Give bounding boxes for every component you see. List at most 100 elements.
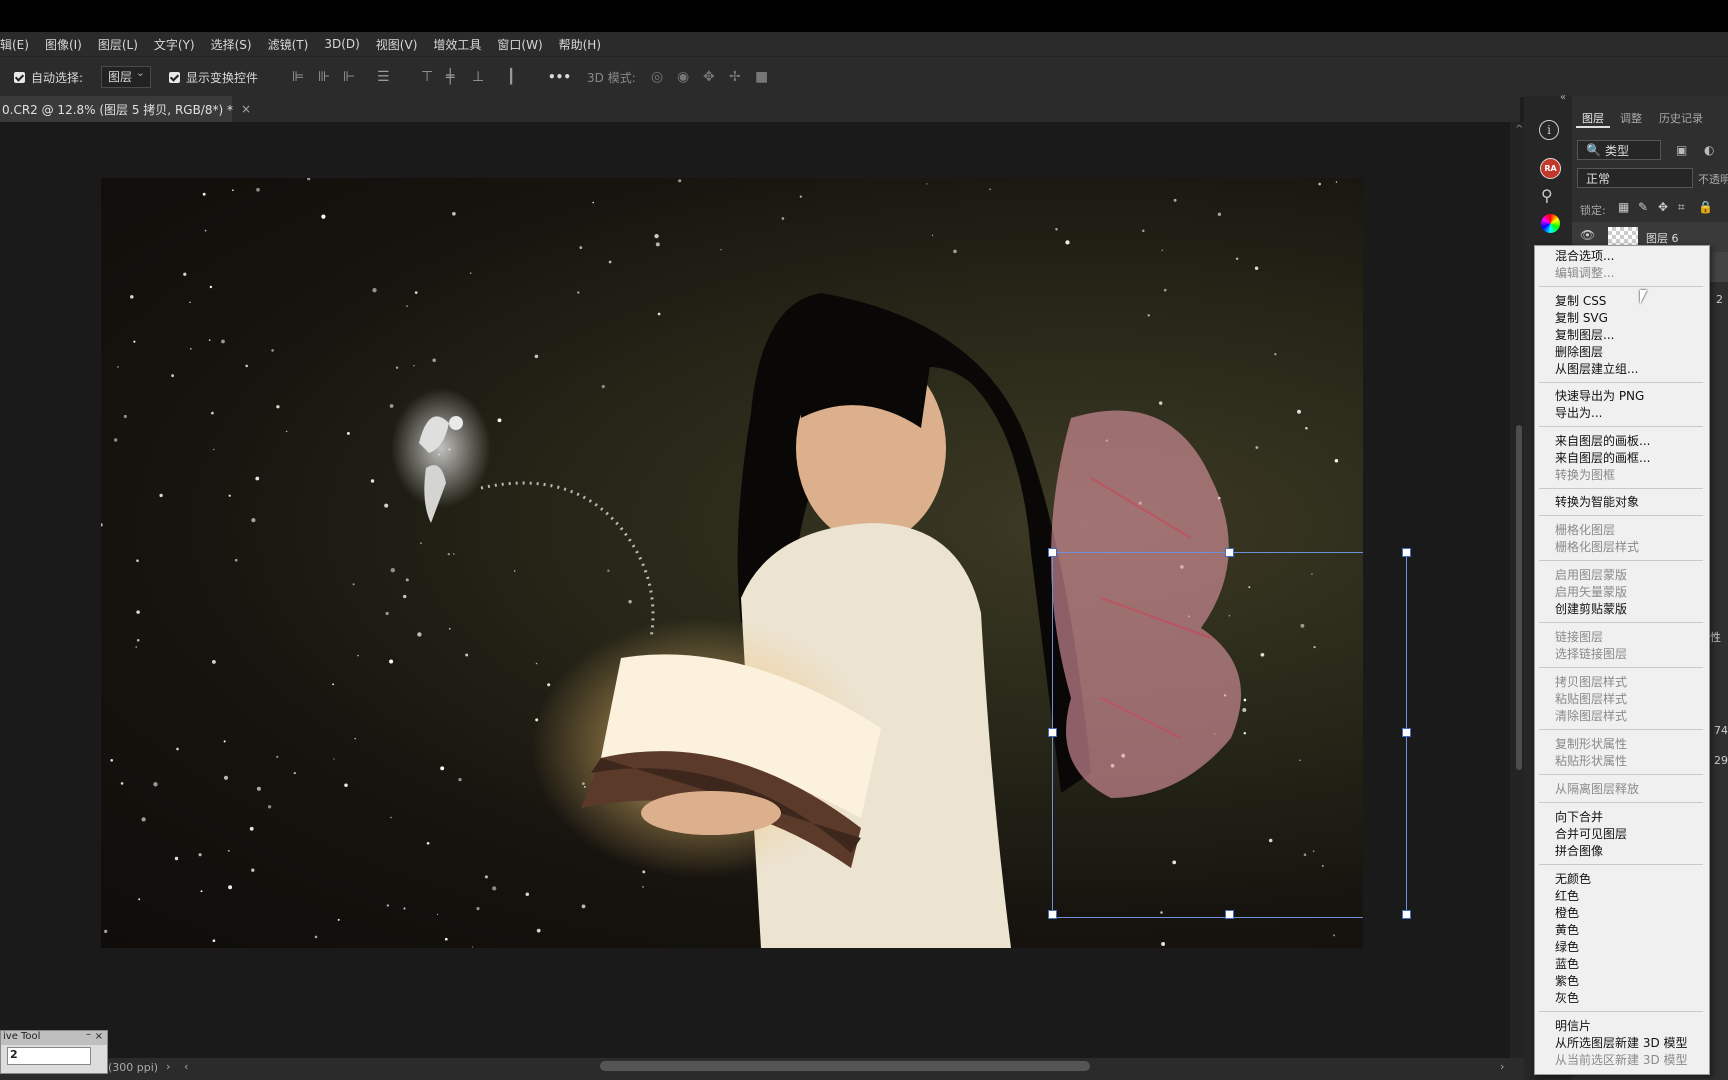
distribute-icon[interactable]: ☰ <box>377 70 390 84</box>
menu-color-none[interactable]: 无颜色 <box>1555 871 1591 887</box>
menu-delete-layer[interactable]: 删除图层 <box>1555 344 1603 360</box>
menu-flatten-image[interactable]: 拼合图像 <box>1555 843 1603 859</box>
menu-clear-layer-style[interactable]: 清除图层样式 <box>1555 708 1627 724</box>
menu-convert-to-frame[interactable]: 转换为图框 <box>1555 467 1615 483</box>
menu-color-green[interactable]: 绿色 <box>1555 939 1579 955</box>
document-tab[interactable]: 0.CR2 @ 12.8% (图层 5 拷贝, RGB/8*) * × <box>0 96 251 122</box>
menu-rasterize-layer-style[interactable]: 栅格化图层样式 <box>1555 539 1639 555</box>
menu-create-clipping-mask[interactable]: 创建剪贴蒙版 <box>1555 601 1627 617</box>
menu-color-violet[interactable]: 紫色 <box>1555 973 1579 989</box>
scroll-up-icon[interactable]: ^ <box>1515 124 1523 135</box>
menu-3d[interactable]: 3D(D) <box>316 37 367 51</box>
menu-copy-shape-attributes[interactable]: 复制形状属性 <box>1555 736 1627 752</box>
menu-color-orange[interactable]: 橙色 <box>1555 905 1579 921</box>
adjustment-filter-icon[interactable]: ◐ <box>1704 143 1714 157</box>
tab-adjustments[interactable]: 调整 <box>1620 110 1642 126</box>
layer-name[interactable]: 图层 6 <box>1646 230 1679 246</box>
canvas-photo[interactable] <box>101 178 1363 948</box>
brush-tools-icon[interactable]: ⚲ <box>1541 186 1553 205</box>
align-left-icon[interactable]: ⊫ <box>292 70 304 84</box>
menu-plugins[interactable]: 增效工具 <box>425 36 489 53</box>
menu-release-isolation[interactable]: 从隔离图层释放 <box>1555 781 1639 797</box>
status-arrow-icon[interactable]: › <box>166 1060 170 1073</box>
more-options-button[interactable]: ••• <box>548 68 571 86</box>
menu-duplicate-layer[interactable]: 复制图层... <box>1555 327 1614 343</box>
menu-color-yellow[interactable]: 黄色 <box>1555 922 1579 938</box>
align-bottom-icon[interactable]: ⊥ <box>472 70 484 84</box>
lock-transparent-icon[interactable]: ▦ <box>1618 200 1629 214</box>
horizontal-scroll-thumb[interactable] <box>600 1061 1090 1071</box>
3d-pan-icon[interactable]: ✥ <box>703 70 715 84</box>
menu-color-blue[interactable]: 蓝色 <box>1555 956 1579 972</box>
menu-copy-css[interactable]: 复制 CSS <box>1555 293 1606 309</box>
align-middle-icon[interactable]: ╪ <box>446 70 454 84</box>
menu-rasterize-layer[interactable]: 栅格化图层 <box>1555 522 1615 538</box>
menu-color-gray[interactable]: 灰色 <box>1555 990 1579 1006</box>
menu-new-3d-from-layer[interactable]: 从所选图层新建 3D 模型 <box>1555 1035 1688 1051</box>
menu-artboard-from-layers[interactable]: 来自图层的画板... <box>1555 433 1650 449</box>
menu-copy-layer-style[interactable]: 拷贝图层样式 <box>1555 674 1627 690</box>
3d-camera-icon[interactable]: ■ <box>755 70 768 84</box>
menu-type[interactable]: 文字(Y) <box>146 36 203 53</box>
align-center-icon[interactable]: ⊪ <box>318 70 330 84</box>
menu-merge-visible[interactable]: 合并可见图层 <box>1555 826 1627 842</box>
distribute-vertical-icon[interactable]: ┃ <box>507 70 515 84</box>
menu-help[interactable]: 帮助(H) <box>551 36 609 53</box>
lock-position-icon[interactable]: ✥ <box>1658 200 1668 214</box>
menu-convert-smart-object[interactable]: 转换为智能对象 <box>1555 494 1639 510</box>
close-icon[interactable]: × <box>95 1031 103 1042</box>
menu-filter[interactable]: 滤镜(T) <box>260 36 317 53</box>
menu-export-as[interactable]: 导出为... <box>1555 405 1602 421</box>
menu-select-linked-layers[interactable]: 选择链接图层 <box>1555 646 1627 662</box>
align-right-icon[interactable]: ⊩ <box>343 70 355 84</box>
align-top-icon[interactable]: ⊤ <box>421 70 433 84</box>
tab-layers[interactable]: 图层 <box>1582 110 1604 126</box>
transform-handle-bottom-right[interactable] <box>1402 910 1411 919</box>
vertical-scroll-thumb[interactable] <box>1516 425 1522 770</box>
auto-select-checkbox[interactable]: 自动选择: <box>14 68 83 86</box>
3d-slide-icon[interactable]: ✢ <box>729 70 741 84</box>
transform-handle-middle-left[interactable] <box>1048 728 1057 737</box>
info-icon[interactable]: i <box>1539 120 1559 140</box>
menu-blending-options[interactable]: 混合选项... <box>1555 248 1614 264</box>
transform-handle-bottom-middle[interactable] <box>1225 910 1234 919</box>
menu-merge-down[interactable]: 向下合并 <box>1555 809 1603 825</box>
menu-group-from-layers[interactable]: 从图层建立组... <box>1555 361 1638 377</box>
lock-paint-icon[interactable]: ✎ <box>1638 200 1648 214</box>
3d-roll-icon[interactable]: ◉ <box>677 70 689 84</box>
menu-edit[interactable]: 辑(E) <box>0 36 37 53</box>
lock-artboard-icon[interactable]: ⌗ <box>1678 200 1685 215</box>
menu-color-red[interactable]: 红色 <box>1555 888 1579 904</box>
menu-frame-from-layers[interactable]: 来自图层的画框... <box>1555 450 1650 466</box>
transform-handle-top-right[interactable] <box>1402 548 1411 557</box>
lock-all-icon[interactable]: 🔒 <box>1698 200 1713 214</box>
menu-paste-shape-attributes[interactable]: 粘贴形状属性 <box>1555 753 1627 769</box>
collapse-panels-icon[interactable]: « <box>1560 92 1566 103</box>
transform-handle-middle-right[interactable] <box>1402 728 1411 737</box>
auto-select-dropdown[interactable]: 图层 <box>101 64 152 88</box>
visibility-eye-icon[interactable]: 👁 <box>1580 228 1595 242</box>
menu-link-layers[interactable]: 链接图层 <box>1555 629 1603 645</box>
blend-mode-dropdown[interactable]: 正常 <box>1577 168 1693 188</box>
image-filter-icon[interactable]: ▣ <box>1676 143 1687 157</box>
menu-quick-export-png[interactable]: 快速导出为 PNG <box>1555 388 1644 404</box>
scroll-right-icon[interactable]: › <box>1500 1060 1504 1073</box>
menu-enable-layer-mask[interactable]: 启用图层蒙版 <box>1555 567 1627 583</box>
transform-handle-top-middle[interactable] <box>1225 548 1234 557</box>
menu-view[interactable]: 视图(V) <box>368 36 426 53</box>
plugin-ra-icon[interactable]: RA <box>1540 158 1561 179</box>
menu-postcard[interactable]: 明信片 <box>1555 1018 1591 1034</box>
color-wheel-icon[interactable] <box>1541 214 1560 233</box>
show-transform-checkbox[interactable]: 显示变换控件 <box>169 68 258 86</box>
minimize-icon[interactable]: – <box>86 1029 91 1040</box>
tool-value-field[interactable]: 2 <box>7 1047 91 1065</box>
menu-edit-adjustment[interactable]: 编辑调整... <box>1555 265 1614 281</box>
menu-enable-vector-mask[interactable]: 启用矢量蒙版 <box>1555 584 1627 600</box>
transform-handle-bottom-left[interactable] <box>1048 910 1057 919</box>
close-tab-icon[interactable]: × <box>241 102 251 116</box>
menu-paste-layer-style[interactable]: 粘贴图层样式 <box>1555 691 1627 707</box>
scroll-left-icon[interactable]: ‹ <box>184 1060 188 1073</box>
menu-select[interactable]: 选择(S) <box>203 36 260 53</box>
layer-filter-dropdown[interactable]: 🔍 类型 <box>1577 140 1661 160</box>
3d-orbit-icon[interactable]: ◎ <box>651 70 663 84</box>
